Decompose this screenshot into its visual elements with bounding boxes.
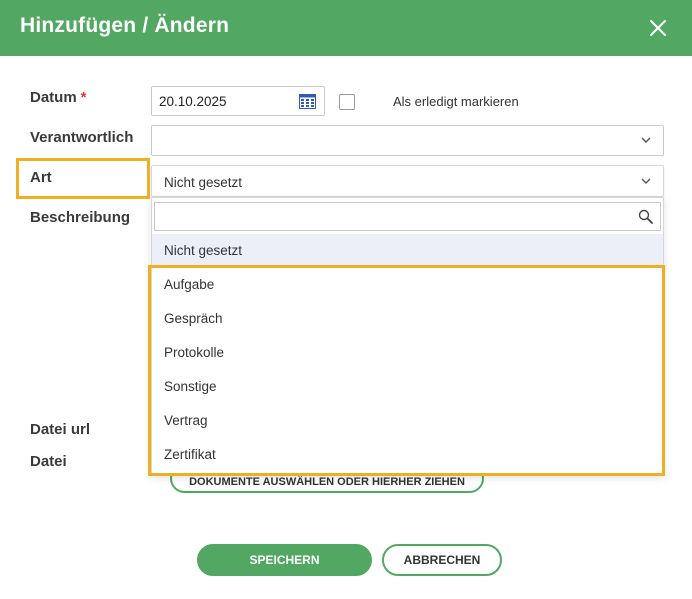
dialog-header: Hinzufügen / Ändern [0,0,692,56]
upload-documents-label: DOKUMENTE AUSWÄHLEN ODER HIERHER ZIEHEN [189,476,465,488]
cancel-button[interactable]: ABBRECHEN [382,544,502,576]
dialog-title: Hinzufügen / Ändern [20,14,230,37]
add-edit-dialog: Hinzufügen / Ändern Datum * 20.10.2025 Al… [0,0,692,599]
datum-label: Datum * [30,89,87,106]
art-options-highlight [148,265,665,476]
calendar-icon[interactable] [299,94,316,109]
erledigt-checkbox[interactable] [339,94,355,110]
verantwortlich-select[interactable] [151,125,664,156]
verantwortlich-label: Verantwortlich [30,129,134,146]
art-label-highlight [16,158,150,199]
chevron-down-icon [641,178,651,184]
datei-label: Datei [30,453,67,470]
datum-label-text: Datum [30,89,77,106]
art-value: Nicht gesetzt [164,175,243,190]
beschreibung-label: Beschreibung [30,209,131,226]
datum-input[interactable]: 20.10.2025 [151,86,325,116]
chevron-down-icon [641,137,651,143]
search-icon [638,209,653,224]
art-select[interactable]: Nicht gesetzt [151,165,664,197]
close-icon[interactable] [646,16,670,40]
datei-url-label: Datei url [30,421,91,438]
art-search-input[interactable] [155,203,625,230]
art-option-nicht-gesetzt[interactable]: Nicht gesetzt [152,234,663,268]
required-mark: * [80,89,87,106]
datum-value: 20.10.2025 [159,94,227,109]
erledigt-label: Als erledigt markieren [393,94,519,109]
save-button[interactable]: SPEICHERN [197,544,372,576]
art-search-box [154,202,661,231]
